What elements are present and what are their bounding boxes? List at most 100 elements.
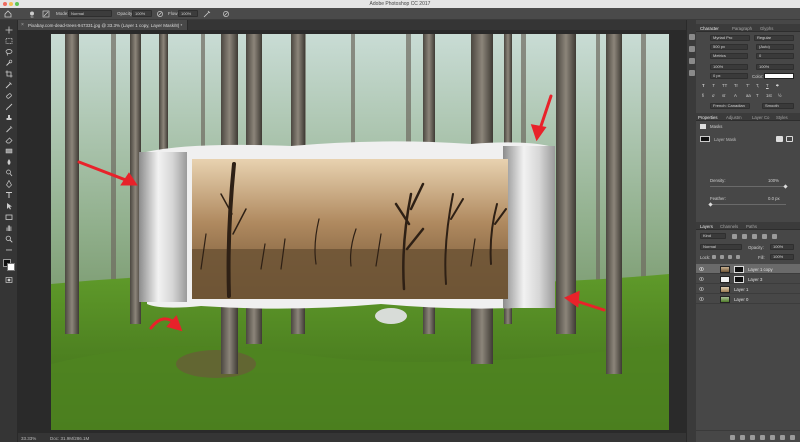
layer-row[interactable]: Layer 0 <box>696 294 800 304</box>
background-color-swatch[interactable] <box>7 263 15 271</box>
fill-field[interactable]: 100% <box>770 254 794 260</box>
layer-opacity-field[interactable]: 100% <box>770 244 794 250</box>
density-slider-handle[interactable] <box>783 184 788 189</box>
layer-row[interactable]: Layer 1 <box>696 284 800 294</box>
color-panel-icon[interactable] <box>689 70 695 76</box>
tab-adjustments[interactable]: Adjustm <box>726 115 742 120</box>
old-style-button[interactable]: σ <box>712 93 715 98</box>
density-slider[interactable] <box>710 186 786 187</box>
tab-styles[interactable]: Styles <box>776 115 788 120</box>
eye-icon[interactable] <box>699 267 704 271</box>
layer-name[interactable]: Layer 0 <box>734 297 748 302</box>
path-select-icon[interactable] <box>5 202 13 210</box>
add-mask-icon[interactable] <box>750 435 755 440</box>
stylistic-button[interactable]: A <box>734 93 737 98</box>
document-tab[interactable]: × Pixabay.com-dead-trees-947331.jpg @ 33… <box>18 20 188 30</box>
type-icon[interactable] <box>5 191 13 199</box>
feather-slider-handle[interactable] <box>708 202 713 207</box>
fraction-button[interactable]: ½ <box>778 93 782 98</box>
mode-select[interactable]: Normal <box>68 10 112 17</box>
layer-name[interactable]: Layer 1 <box>734 287 748 292</box>
brush-preset-icon[interactable]: 50 <box>28 10 36 18</box>
swash-button[interactable]: st <box>722 93 725 98</box>
blur-icon[interactable] <box>5 158 13 166</box>
baseline-shift-field[interactable]: 0 px <box>710 73 748 79</box>
vector-mask-button[interactable] <box>786 136 793 142</box>
leading-field[interactable]: (Auto) <box>756 44 794 50</box>
marquee-icon[interactable] <box>5 37 13 45</box>
fractions-button[interactable]: 1st <box>766 93 772 98</box>
eye-icon[interactable] <box>699 287 704 291</box>
filter-pixel-icon[interactable] <box>732 234 737 239</box>
superscript-button[interactable]: T' <box>746 83 749 88</box>
rectangle-icon[interactable] <box>5 213 13 221</box>
strikethrough-button[interactable]: T <box>776 83 779 88</box>
text-color-swatch[interactable] <box>764 73 794 79</box>
lock-image-icon[interactable] <box>720 255 724 259</box>
pressure-opacity-icon[interactable] <box>156 10 164 18</box>
vertical-scale-field[interactable]: 100% <box>710 64 748 70</box>
opacity-field[interactable]: 100% <box>132 10 152 17</box>
faux-italic-button[interactable]: T <box>712 83 715 88</box>
adjustment-layer-icon[interactable] <box>760 435 765 440</box>
dodge-icon[interactable] <box>5 169 13 177</box>
healing-icon[interactable] <box>5 92 13 100</box>
tab-layers[interactable]: Layers <box>700 224 713 229</box>
filter-adjustment-icon[interactable] <box>742 234 747 239</box>
lock-position-icon[interactable] <box>728 255 732 259</box>
airbrush-icon[interactable] <box>203 10 211 18</box>
layer-row[interactable]: Layer 3 <box>696 274 800 284</box>
ordinals-button[interactable]: T <box>756 93 759 98</box>
font-size-field[interactable]: 500 px <box>710 44 748 50</box>
tab-channels[interactable]: Channels <box>720 224 738 229</box>
feather-value[interactable]: 0.0 px <box>768 196 780 201</box>
pen-icon[interactable] <box>5 179 13 188</box>
quick-mask-icon[interactable] <box>5 276 13 284</box>
all-caps-button[interactable]: TT <box>722 83 727 88</box>
history-brush-icon[interactable] <box>5 125 13 133</box>
close-tab-icon[interactable]: × <box>21 22 24 28</box>
lasso-icon[interactable] <box>5 48 13 56</box>
gradient-icon[interactable] <box>5 147 13 155</box>
brush-settings-icon[interactable] <box>42 10 50 18</box>
tracking-field[interactable]: 0 <box>756 53 794 59</box>
new-group-icon[interactable] <box>770 435 775 440</box>
layer-row[interactable]: Layer 1 copy <box>696 264 800 274</box>
eyedropper-icon[interactable] <box>5 81 13 89</box>
fx-icon[interactable] <box>740 435 745 440</box>
small-caps-button[interactable]: Tr <box>734 83 738 88</box>
lock-transparent-icon[interactable] <box>712 255 716 259</box>
pixel-mask-button[interactable] <box>776 136 783 142</box>
subscript-button[interactable]: T, <box>756 83 759 88</box>
pressure-size-icon[interactable] <box>222 10 230 18</box>
titling-button[interactable]: aa <box>746 93 751 98</box>
faux-bold-button[interactable]: T <box>702 83 705 88</box>
density-value[interactable]: 100% <box>768 178 779 183</box>
document-canvas[interactable] <box>51 34 669 430</box>
more-icon[interactable] <box>5 246 13 254</box>
brush-panel-icon[interactable] <box>689 58 695 64</box>
kerning-field[interactable]: Metrics <box>710 53 748 59</box>
hand-icon[interactable] <box>5 224 13 232</box>
tab-properties[interactable]: Properties <box>698 115 718 120</box>
layer-mask-thumbnail[interactable] <box>734 275 744 283</box>
document-size[interactable]: Doc: 31.9M/286.1M <box>50 436 89 441</box>
font-family-select[interactable]: Myriad Pro <box>710 35 750 41</box>
canvas-area[interactable] <box>18 30 686 432</box>
zoom-icon[interactable] <box>5 235 13 243</box>
move-icon[interactable] <box>5 26 13 34</box>
font-style-select[interactable]: Regular <box>754 35 794 41</box>
tab-layer-comps[interactable]: Layer Co <box>752 115 769 120</box>
link-layers-icon[interactable] <box>730 435 735 440</box>
antialias-select[interactable]: Smooth <box>762 103 794 109</box>
quick-select-icon[interactable] <box>5 59 13 67</box>
layer-name[interactable]: Layer 3 <box>748 277 762 282</box>
filter-smart-icon[interactable] <box>772 234 777 239</box>
brush-icon[interactable] <box>5 103 13 111</box>
eye-icon[interactable] <box>699 297 704 301</box>
delete-layer-icon[interactable] <box>790 435 795 440</box>
underline-button[interactable]: T <box>766 83 769 88</box>
eraser-icon[interactable] <box>5 136 13 144</box>
blend-mode-select[interactable]: Normal <box>700 244 742 250</box>
new-layer-icon[interactable] <box>780 435 785 440</box>
